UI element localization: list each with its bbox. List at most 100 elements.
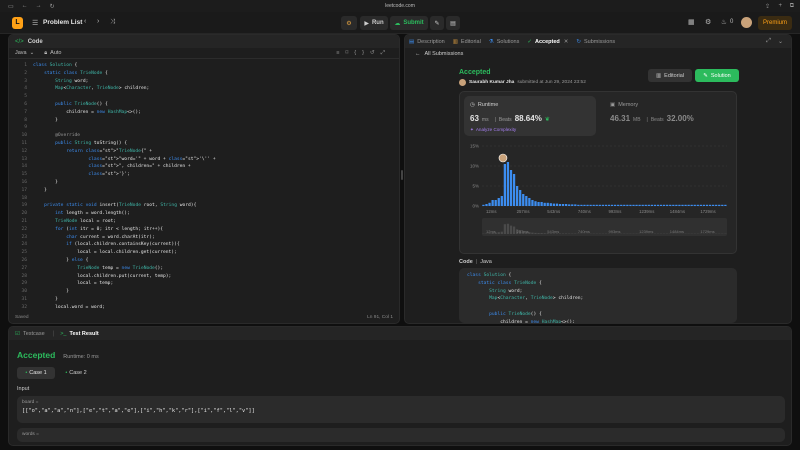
bookmark-icon[interactable]: ⌑	[345, 50, 354, 56]
histogram-bar[interactable]	[678, 204, 681, 206]
histogram-bar[interactable]	[617, 204, 620, 206]
histogram-bar[interactable]	[687, 204, 690, 206]
user-avatar[interactable]	[459, 79, 466, 86]
tab-testcase[interactable]: ☑ Testcase	[15, 331, 45, 337]
code-line[interactable]: 12 return class="st">"TrieNode{" +	[13, 148, 399, 156]
run-button[interactable]: ▶ Run	[360, 16, 388, 30]
back-arrow-icon[interactable]: ←	[22, 3, 28, 9]
address-bar[interactable]: leetcode.com	[350, 2, 450, 10]
code-line[interactable]: 14 class="st">", children=" + children +	[13, 163, 399, 171]
histogram-bar[interactable]	[693, 204, 696, 206]
histogram-bar[interactable]	[669, 204, 672, 206]
histogram-bar[interactable]	[503, 164, 506, 206]
histogram-bar[interactable]	[607, 204, 611, 206]
histogram-bar[interactable]	[568, 204, 571, 206]
braces-icon[interactable]: {}	[354, 50, 370, 56]
case-1-tab[interactable]: • Case 1	[17, 367, 55, 379]
code-line[interactable]: 27 TrieNode temp = new TrieNode();	[13, 265, 399, 273]
tab-editorial[interactable]: ▥ Editorial	[453, 39, 481, 45]
language-select[interactable]: Java	[15, 50, 27, 56]
histogram-bar[interactable]	[574, 204, 577, 206]
histogram-bar[interactable]	[564, 204, 568, 206]
avatar[interactable]	[741, 17, 752, 28]
reload-icon[interactable]: ↻	[50, 3, 55, 10]
histogram-bar[interactable]	[537, 202, 540, 206]
histogram-bar[interactable]	[552, 203, 555, 206]
code-line[interactable]: 20 int length = word.length();	[13, 210, 399, 218]
histogram-bar[interactable]	[561, 204, 565, 206]
histogram-bar[interactable]	[638, 204, 641, 206]
analyze-complexity-link[interactable]: ✦ Analyze Complexity	[470, 127, 516, 133]
histogram-bar[interactable]	[656, 204, 660, 206]
problem-list-link[interactable]: Problem List	[43, 19, 82, 26]
histogram-bar[interactable]	[626, 204, 629, 206]
runtime-distribution-chart[interactable]: 15% 10% 5% 0% 12ms 257ms 543ms 740ms 993ms 1239ms…	[460, 140, 736, 254]
code-line[interactable]: 8 }	[13, 117, 399, 125]
tab-accepted[interactable]: ✓ Accepted ✕	[527, 39, 568, 45]
code-line[interactable]: 16 }	[13, 179, 399, 187]
histogram-bar[interactable]	[528, 198, 531, 206]
fullscreen-icon[interactable]: ⤢	[381, 50, 391, 56]
code-line[interactable]: 22 for (int itr = 0; itr < length; itr++…	[13, 226, 399, 234]
reset-icon[interactable]: ↺	[370, 50, 381, 56]
histogram-bar[interactable]	[519, 190, 522, 206]
leetcode-logo-icon[interactable]: L	[12, 17, 23, 29]
histogram-bar[interactable]	[632, 204, 635, 206]
histogram-bar[interactable]	[620, 204, 623, 206]
code-line[interactable]: 10 @Override	[13, 132, 399, 140]
histogram-bar[interactable]	[509, 170, 513, 206]
runtime-card[interactable]: ◷ Runtime 63 ms | Beats 88.64% ❦ ✦ Analyze…	[464, 96, 596, 136]
code-line[interactable]: 9	[13, 124, 399, 132]
histogram-bar[interactable]	[525, 196, 528, 206]
histogram-bar[interactable]	[595, 204, 598, 206]
histogram-bar[interactable]	[494, 200, 497, 206]
code-line[interactable]: 2 static class TrieNode {	[13, 70, 399, 78]
code-line[interactable]: 11 public String toString() {	[13, 140, 399, 148]
histogram-bar[interactable]	[629, 204, 632, 206]
new-tab-icon[interactable]: +	[778, 3, 782, 9]
histogram-bar[interactable]	[659, 204, 663, 206]
histogram-bar[interactable]	[696, 204, 699, 206]
layout-icon[interactable]: ▦	[688, 18, 695, 26]
histogram-bar[interactable]	[702, 204, 706, 206]
histogram-bar[interactable]	[711, 204, 715, 206]
histogram-bar[interactable]	[571, 204, 574, 206]
note-button[interactable]: ✎	[430, 16, 444, 30]
histogram-bar[interactable]	[635, 204, 638, 206]
histogram-bar[interactable]	[589, 204, 592, 206]
histogram-bar[interactable]	[515, 186, 519, 206]
histogram-bar[interactable]	[488, 202, 491, 206]
histogram-bar[interactable]	[699, 204, 702, 206]
histogram-bar[interactable]	[531, 200, 534, 206]
histogram-bar[interactable]	[549, 203, 552, 206]
histogram-bar[interactable]	[647, 204, 650, 206]
code-line[interactable]: 4 Map<Character, TrieNode> children;	[13, 85, 399, 93]
tab-test-result[interactable]: >_ Test Result	[60, 331, 99, 337]
code-line[interactable]: 3 String word;	[13, 78, 399, 86]
histogram-bar[interactable]	[558, 204, 562, 206]
histogram-bar[interactable]	[708, 204, 712, 206]
histogram-bar[interactable]	[681, 204, 684, 206]
code-line[interactable]: 15 class="st">'}';	[13, 171, 399, 179]
shuffle-icon[interactable]: ⤨	[110, 18, 115, 26]
tab-submissions[interactable]: ↻ Submissions	[576, 39, 615, 45]
histogram-bar[interactable]	[641, 204, 644, 206]
histogram-bar[interactable]	[592, 204, 595, 206]
share-icon[interactable]: ⇪	[765, 3, 770, 10]
histogram-bar[interactable]	[555, 203, 559, 206]
histogram-bar[interactable]	[543, 202, 546, 206]
expand-icon[interactable]: ⤢	[766, 38, 771, 45]
histogram-bar[interactable]	[653, 204, 657, 206]
histogram-bar[interactable]	[500, 196, 503, 206]
histogram-bar[interactable]	[512, 174, 516, 206]
code-line[interactable]: 7 children = new HashMap<>();	[13, 109, 399, 117]
tab-description[interactable]: ▤ Description	[409, 39, 445, 45]
close-tab-icon[interactable]: ✕	[564, 39, 569, 45]
histogram-bar[interactable]	[623, 204, 626, 206]
histogram-bar[interactable]	[662, 204, 666, 206]
back-to-submissions[interactable]: ← All Submissions	[405, 48, 791, 59]
histogram-bar[interactable]	[546, 202, 549, 206]
histogram-bar[interactable]	[718, 204, 721, 206]
histogram-bar[interactable]	[601, 204, 604, 206]
code-line[interactable]: 13 class="st">"word='" + word + class="s…	[13, 156, 399, 164]
